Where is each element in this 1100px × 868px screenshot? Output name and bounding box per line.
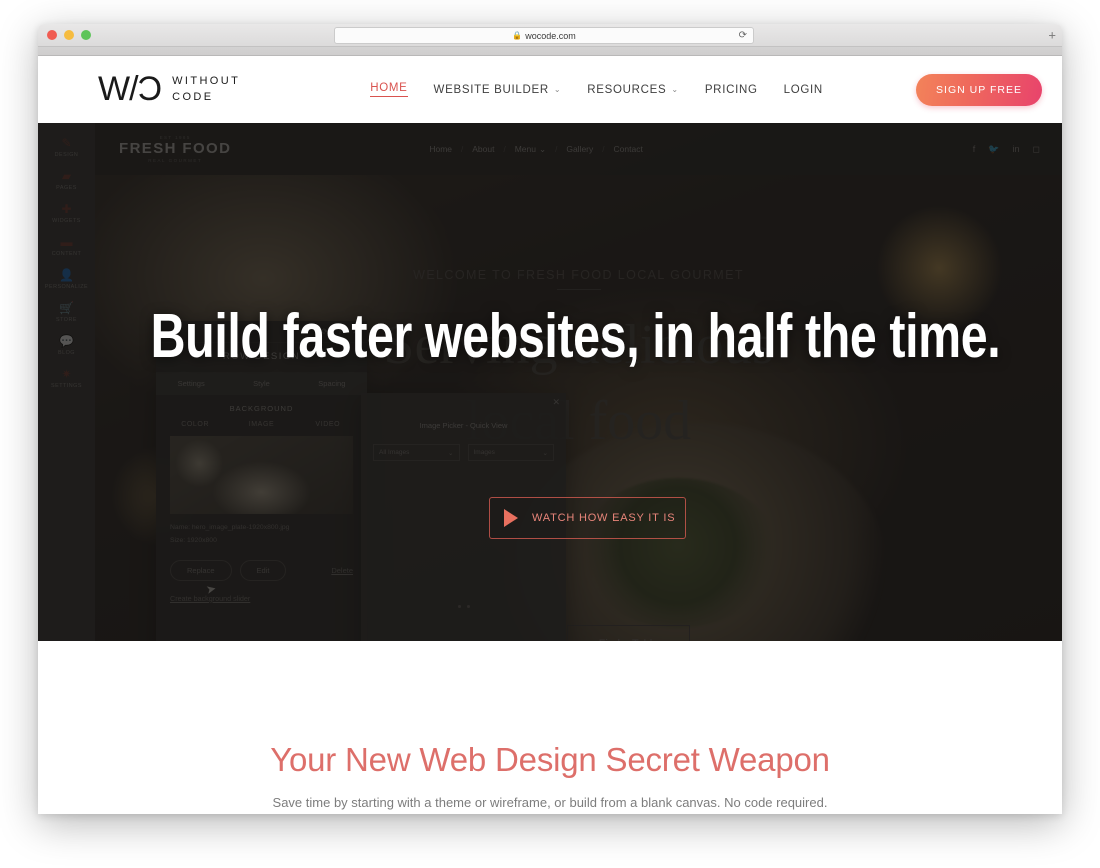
browser-tabstrip	[38, 47, 1062, 56]
window-traffic-lights	[47, 30, 91, 40]
logo-mark: W/Ɔ	[98, 69, 162, 108]
nav-item-home-label: HOME	[370, 82, 408, 94]
nav-item-pricing-label: PRICING	[704, 83, 758, 96]
nav-item-resources-label: RESOURCES	[587, 83, 667, 96]
logo-word-line2: CODE	[172, 90, 214, 103]
main-navigation: HOME WEBSITE BUILDER ⌄ RESOURCES ⌄ PRICI…	[370, 82, 823, 97]
section-subtitle: Save time by starting with a theme or wi…	[272, 795, 828, 810]
logo-word-line1: WITHOUT	[172, 74, 241, 87]
chevron-down-icon: ⌄	[671, 85, 679, 94]
close-window-button[interactable]	[47, 30, 57, 40]
section-title: Your New Web Design Secret Weapon	[270, 741, 830, 778]
nav-item-website-builder[interactable]: WEBSITE BUILDER ⌄	[434, 84, 562, 96]
nav-item-home[interactable]: HOME	[370, 82, 408, 97]
nav-item-login-label: LOGIN	[783, 83, 823, 96]
new-tab-button[interactable]: +	[1048, 29, 1056, 42]
brand-logo[interactable]: W/Ɔ WITHOUT CODE	[98, 69, 240, 108]
maximize-window-button[interactable]	[81, 30, 91, 40]
site-header: W/Ɔ WITHOUT CODE HOME WEBSITE BUILDER ⌄ …	[38, 56, 1062, 123]
browser-window: 🔒 wocode.com ⟳ + W/Ɔ WITHOUT CODE HOME W…	[38, 24, 1062, 814]
browser-titlebar: 🔒 wocode.com ⟳ +	[38, 24, 1062, 47]
sign-up-free-button[interactable]: SIGN UP FREE	[916, 73, 1042, 106]
address-bar-url: wocode.com	[525, 30, 576, 41]
nav-item-resources[interactable]: RESOURCES ⌄	[587, 84, 679, 96]
minimize-window-button[interactable]	[64, 30, 74, 40]
logo-wordmark: WITHOUT CODE	[172, 74, 240, 106]
lock-icon: 🔒	[512, 31, 523, 40]
nav-item-website-builder-label: WEBSITE BUILDER	[433, 83, 549, 96]
watch-video-button-label: WATCH HOW EASY IT IS	[532, 512, 676, 524]
address-bar[interactable]: 🔒 wocode.com ⟳	[334, 27, 754, 44]
watch-video-button[interactable]: WATCH HOW EASY IT IS	[489, 497, 686, 539]
hero-dim-overlay	[38, 123, 1062, 641]
secret-weapon-section: Your New Web Design Secret Weapon Save t…	[38, 641, 1062, 814]
play-icon	[504, 509, 518, 527]
reload-icon[interactable]: ⟳	[739, 30, 747, 41]
nav-item-pricing[interactable]: PRICING	[705, 84, 758, 96]
chevron-down-icon: ⌄	[553, 85, 562, 94]
hero-headline: Build faster websites, in half the time.	[150, 302, 1001, 371]
nav-item-login[interactable]: LOGIN	[784, 84, 823, 96]
hero-section: EST 1985 FRESH FOOD REAL GOURMET Home / …	[38, 123, 1062, 641]
